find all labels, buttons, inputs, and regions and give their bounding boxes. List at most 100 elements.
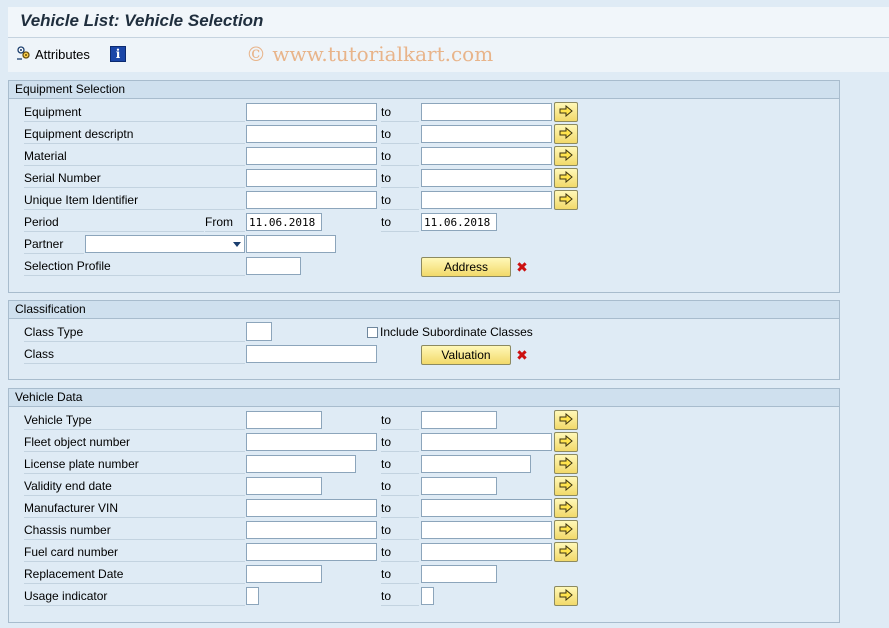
equipment-from-input[interactable] [246, 103, 377, 121]
period-from-input[interactable] [246, 213, 322, 231]
arrow-right-icon [559, 170, 573, 186]
manufacturer-vin-to-input[interactable] [421, 499, 552, 517]
attributes-icon [16, 45, 32, 64]
attributes-button[interactable]: Attributes [16, 44, 90, 64]
period-to-input[interactable] [421, 213, 497, 231]
partner-input[interactable] [246, 235, 336, 253]
address-button[interactable]: Address [421, 257, 511, 277]
include-subordinate-checkbox[interactable] [367, 327, 378, 338]
fuel-card-number-from-input[interactable] [246, 543, 377, 561]
fleet-object-number-from-input[interactable] [246, 433, 377, 451]
license-plate-number-label: License plate number [24, 455, 245, 474]
delete-valuation-icon[interactable]: ✖ [515, 348, 529, 362]
partner-function-dropdown[interactable] [85, 235, 245, 253]
selection-profile-input[interactable] [246, 257, 301, 275]
equipment-label: Equipment [24, 103, 245, 122]
usage-indicator-label: Usage indicator [24, 587, 245, 606]
chassis-number-from-input[interactable] [246, 521, 377, 539]
vehicle-data-group: Vehicle Data Vehicle Type to Fleet objec… [8, 388, 840, 623]
validity-end-date-label: Validity end date [24, 477, 245, 496]
classification-group: Classification Class Type Include Subord… [8, 300, 840, 380]
material-from-input[interactable] [246, 147, 377, 165]
usage-indicator-multiple-selection-button[interactable] [554, 586, 578, 606]
unique-item-identifier-multiple-selection-button[interactable] [554, 190, 578, 210]
fuel-card-number-to-input[interactable] [421, 543, 552, 561]
equipment-to-label: to [381, 103, 419, 122]
license-plate-number-from-input[interactable] [246, 455, 356, 473]
equipment-to-input[interactable] [421, 103, 552, 121]
fuel-card-number-multiple-selection-button[interactable] [554, 542, 578, 562]
fuel-card-number-label: Fuel card number [24, 543, 245, 562]
vehicle-type-to-input[interactable] [421, 411, 497, 429]
equipment-selection-group: Equipment Selection Equipment to Equipme… [8, 80, 840, 293]
valuation-button[interactable]: Valuation [421, 345, 511, 365]
replacement-date-label: Replacement Date [24, 565, 245, 584]
manufacturer-vin-from-input[interactable] [246, 499, 377, 517]
arrow-right-icon [559, 478, 573, 494]
replacement-date-to-label: to [381, 565, 419, 584]
equipment-descriptn-multiple-selection-button[interactable] [554, 124, 578, 144]
chassis-number-to-input[interactable] [421, 521, 552, 539]
arrow-right-icon [559, 588, 573, 604]
equipment-descriptn-from-input[interactable] [246, 125, 377, 143]
attributes-label: Attributes [35, 46, 90, 62]
arrow-right-icon [559, 522, 573, 538]
equipment-multiple-selection-button[interactable] [554, 102, 578, 122]
vehicle-type-from-input[interactable] [246, 411, 322, 429]
unique-item-identifier-to-input[interactable] [421, 191, 552, 209]
material-multiple-selection-button[interactable] [554, 146, 578, 166]
chassis-number-multiple-selection-button[interactable] [554, 520, 578, 540]
arrow-right-icon [559, 544, 573, 560]
validity-end-date-multiple-selection-button[interactable] [554, 476, 578, 496]
fleet-object-number-multiple-selection-button[interactable] [554, 432, 578, 452]
arrow-right-icon [559, 412, 573, 428]
vehicle-type-label: Vehicle Type [24, 411, 245, 430]
fleet-object-number-to-input[interactable] [421, 433, 552, 451]
vehicle-data-title: Vehicle Data [9, 389, 839, 407]
serial-number-from-input[interactable] [246, 169, 377, 187]
serial-number-multiple-selection-button[interactable] [554, 168, 578, 188]
partner-label: Partner [24, 235, 84, 254]
validity-end-date-to-input[interactable] [421, 477, 497, 495]
usage-indicator-from-input[interactable] [246, 587, 259, 605]
unique-item-identifier-to-label: to [381, 191, 419, 210]
material-to-input[interactable] [421, 147, 552, 165]
delete-address-icon[interactable]: ✖ [515, 260, 529, 274]
license-plate-number-multiple-selection-button[interactable] [554, 454, 578, 474]
usage-indicator-to-input[interactable] [421, 587, 434, 605]
replacement-date-from-input[interactable] [246, 565, 322, 583]
chassis-number-label: Chassis number [24, 521, 245, 540]
selection-profile-label: Selection Profile [24, 257, 245, 276]
fleet-object-number-to-label: to [381, 433, 419, 452]
info-button[interactable]: i [110, 44, 126, 64]
chevron-down-icon [233, 242, 241, 247]
fuel-card-number-to-label: to [381, 543, 419, 562]
chassis-number-to-label: to [381, 521, 419, 540]
serial-number-to-input[interactable] [421, 169, 552, 187]
validity-end-date-to-label: to [381, 477, 419, 496]
page-title: Vehicle List: Vehicle Selection [20, 11, 264, 30]
vehicle-type-multiple-selection-button[interactable] [554, 410, 578, 430]
manufacturer-vin-to-label: to [381, 499, 419, 518]
arrow-right-icon [559, 456, 573, 472]
class-label: Class [24, 345, 245, 364]
class-type-label: Class Type [24, 323, 245, 342]
equipment-descriptn-to-input[interactable] [421, 125, 552, 143]
arrow-right-icon [559, 192, 573, 208]
arrow-right-icon [559, 126, 573, 142]
include-subordinate-label: Include Subordinate Classes [380, 325, 533, 339]
period-to-label: to [381, 213, 419, 232]
class-input[interactable] [246, 345, 377, 363]
manufacturer-vin-label: Manufacturer VIN [24, 499, 245, 518]
replacement-date-to-input[interactable] [421, 565, 497, 583]
equipment-descriptn-label: Equipment descriptn [24, 125, 245, 144]
class-type-input[interactable] [246, 322, 272, 341]
license-plate-number-to-input[interactable] [421, 455, 531, 473]
vehicle-type-to-label: to [381, 411, 419, 430]
manufacturer-vin-multiple-selection-button[interactable] [554, 498, 578, 518]
validity-end-date-from-input[interactable] [246, 477, 322, 495]
license-plate-number-to-label: to [381, 455, 419, 474]
unique-item-identifier-from-input[interactable] [246, 191, 377, 209]
period-from-label: From [205, 213, 245, 232]
arrow-right-icon [559, 434, 573, 450]
